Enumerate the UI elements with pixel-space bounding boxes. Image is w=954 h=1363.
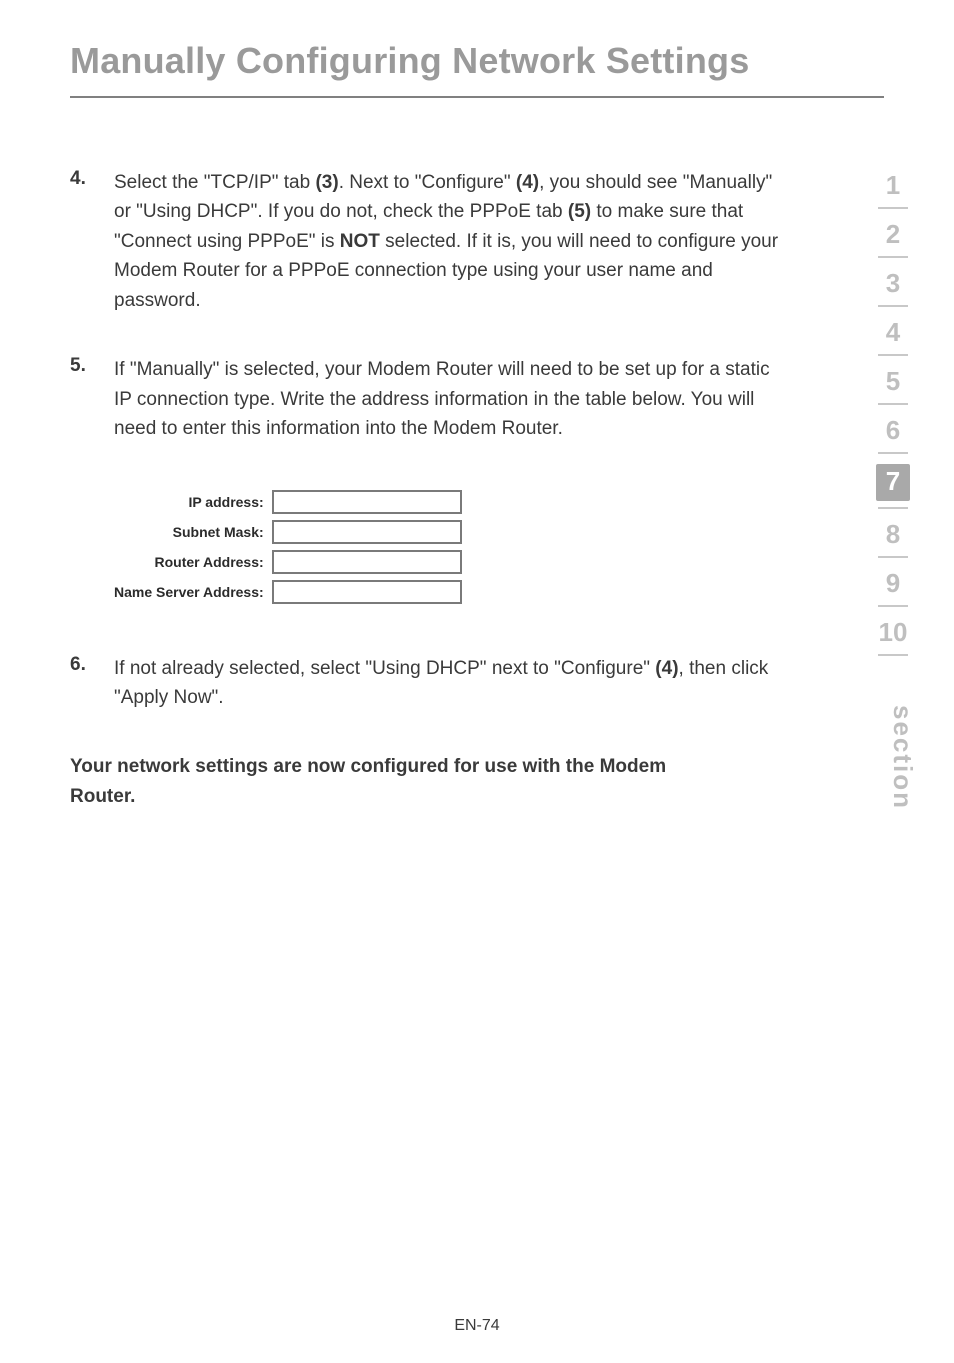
section-label: section [887, 705, 918, 810]
nav-sep [878, 452, 908, 454]
nav-2[interactable]: 2 [868, 219, 918, 250]
nav-9[interactable]: 9 [868, 568, 918, 599]
step-number: 6. [70, 654, 114, 713]
content-area: 4. Select the "TCP/IP" tab (3). Next to … [0, 98, 954, 712]
ref-5: (5) [568, 201, 591, 222]
text: Select the "TCP/IP" tab [114, 172, 315, 193]
label-ip: IP address: [114, 490, 272, 514]
page: Manually Configuring Network Settings 4.… [0, 0, 954, 1363]
field-subnet[interactable] [272, 520, 462, 544]
nav-sep [878, 605, 908, 607]
field-dns[interactable] [272, 580, 462, 604]
label-dns: Name Server Address: [114, 580, 272, 604]
address-form: IP address: Subnet Mask: Router Address:… [114, 484, 784, 610]
nav-sep [878, 403, 908, 405]
step-number: 4. [70, 168, 114, 315]
ref-3: (3) [315, 172, 338, 193]
field-router[interactable] [272, 550, 462, 574]
label-router: Router Address: [114, 550, 272, 574]
page-number: EN-74 [0, 1317, 954, 1335]
emph-not: NOT [340, 231, 380, 252]
row-ip: IP address: [114, 490, 462, 514]
nav-sep [878, 256, 908, 258]
field-router-cell [272, 550, 462, 574]
nav-sep [878, 354, 908, 356]
step-body: If "Manually" is selected, your Modem Ro… [114, 355, 784, 443]
ref-4: (4) [516, 172, 539, 193]
nav-1[interactable]: 1 [868, 170, 918, 201]
step-6: 6. If not already selected, select "Usin… [70, 654, 784, 713]
address-table: IP address: Subnet Mask: Router Address:… [114, 484, 462, 610]
field-dns-cell [272, 580, 462, 604]
row-dns: Name Server Address: [114, 580, 462, 604]
text: If not already selected, select "Using D… [114, 658, 655, 679]
text: . Next to "Configure" [339, 172, 516, 193]
nav-sep [878, 305, 908, 307]
field-ip-cell [272, 490, 462, 514]
nav-sep [878, 507, 908, 509]
nav-5[interactable]: 5 [868, 366, 918, 397]
field-subnet-cell [272, 520, 462, 544]
nav-7-active[interactable]: 7 [876, 464, 910, 501]
label-subnet: Subnet Mask: [114, 520, 272, 544]
step-number: 5. [70, 355, 114, 443]
row-subnet: Subnet Mask: [114, 520, 462, 544]
section-nav: 1 2 3 4 5 6 7 8 9 10 section [868, 160, 918, 656]
nav-6[interactable]: 6 [868, 415, 918, 446]
step-5: 5. If "Manually" is selected, your Modem… [70, 355, 784, 443]
step-4: 4. Select the "TCP/IP" tab (3). Next to … [70, 168, 784, 315]
page-title: Manually Configuring Network Settings [0, 40, 954, 82]
nav-3[interactable]: 3 [868, 268, 918, 299]
nav-sep [878, 207, 908, 209]
field-ip[interactable] [272, 490, 462, 514]
step-body: If not already selected, select "Using D… [114, 654, 784, 713]
nav-10[interactable]: 10 [868, 617, 918, 648]
nav-sep [878, 654, 908, 656]
nav-sep [878, 556, 908, 558]
row-router: Router Address: [114, 550, 462, 574]
ref-4: (4) [655, 658, 678, 679]
step-body: Select the "TCP/IP" tab (3). Next to "Co… [114, 168, 784, 315]
closing-note: Your network settings are now configured… [0, 752, 954, 811]
nav-4[interactable]: 4 [868, 317, 918, 348]
nav-8[interactable]: 8 [868, 519, 918, 550]
